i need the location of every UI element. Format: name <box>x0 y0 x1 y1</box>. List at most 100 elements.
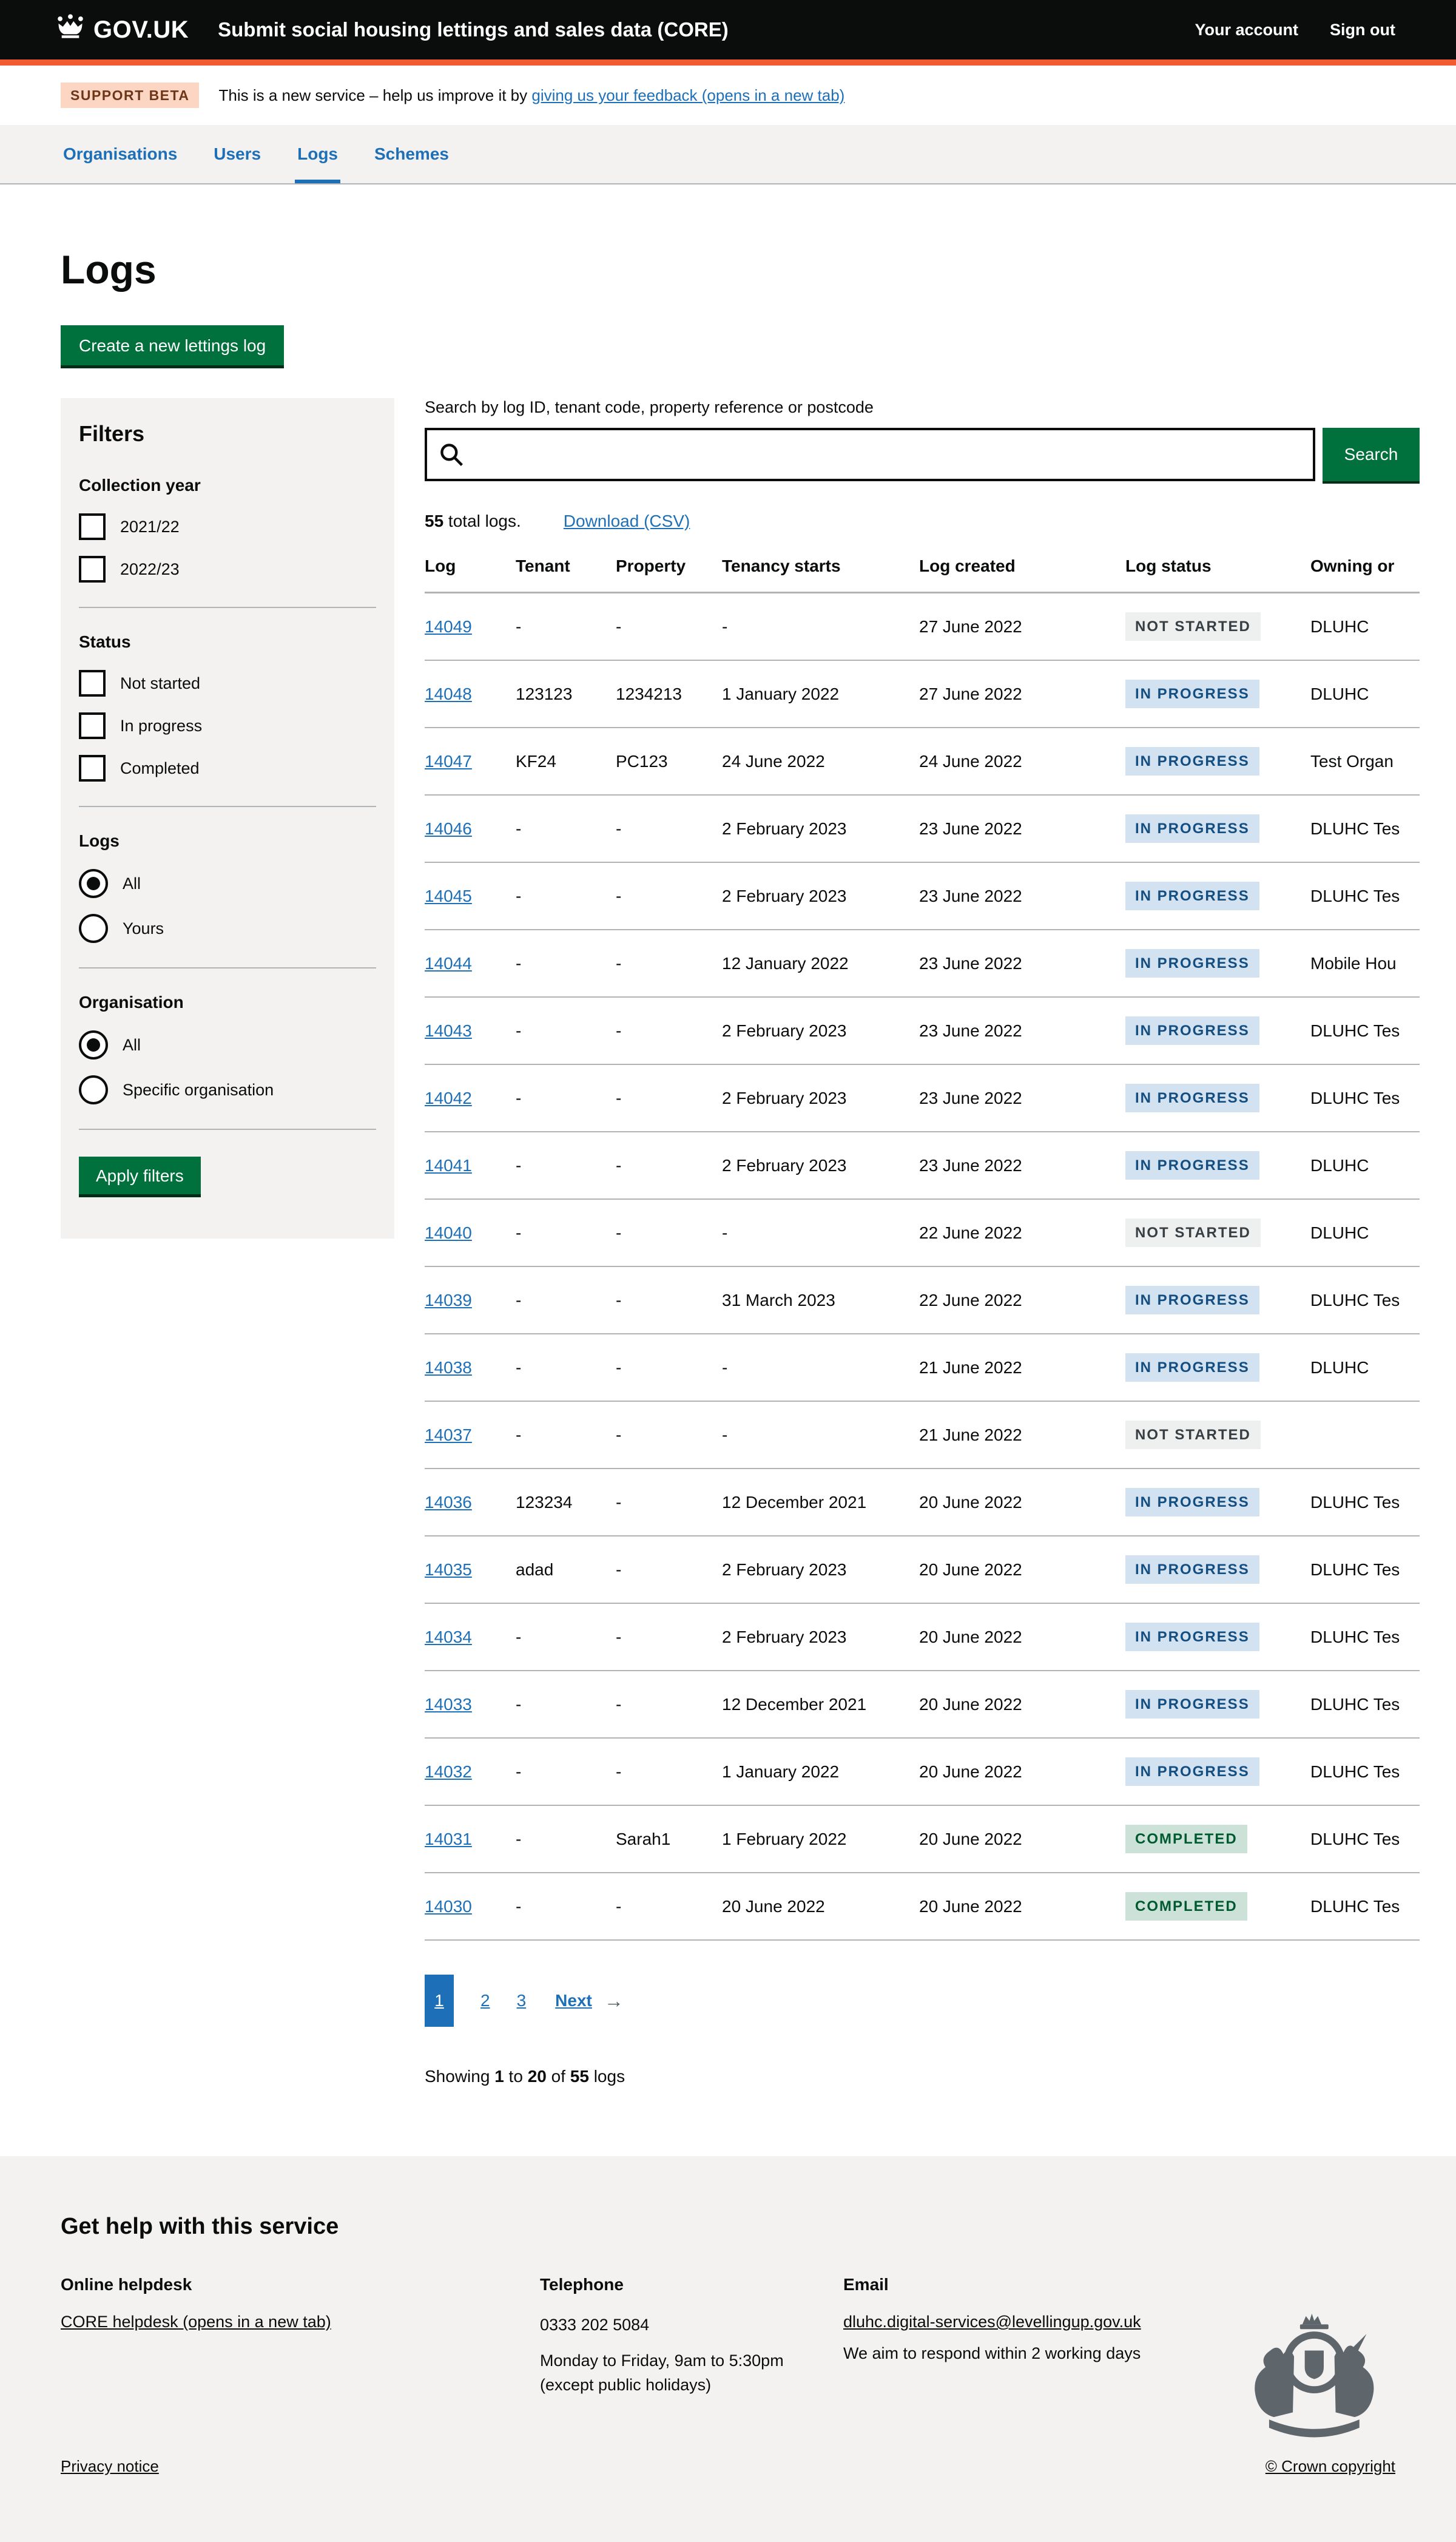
cell-tenant: - <box>516 795 616 862</box>
checkbox-control[interactable] <box>79 712 106 739</box>
log-id-link[interactable]: 14033 <box>425 1695 472 1714</box>
checkbox-option-2021-22[interactable]: 2021/22 <box>79 513 376 540</box>
log-id-link[interactable]: 14035 <box>425 1560 472 1579</box>
log-id-link[interactable]: 14044 <box>425 954 472 973</box>
cell-tenancy-starts: - <box>722 1199 919 1266</box>
log-id-link[interactable]: 14049 <box>425 617 472 636</box>
create-lettings-log-button[interactable]: Create a new lettings log <box>61 325 284 365</box>
pagination-page-2[interactable]: 2 <box>480 1991 490 2010</box>
radio-option-all[interactable]: All <box>79 869 376 898</box>
phase-banner-text: This is a new service – help us improve … <box>218 86 844 105</box>
cell-tenancy-starts: 12 December 2021 <box>722 1469 919 1536</box>
checkbox-control[interactable] <box>79 670 106 697</box>
cell-property: - <box>616 1199 722 1266</box>
cell-tenant: - <box>516 1199 616 1266</box>
sign-out-link[interactable]: Sign out <box>1330 21 1395 39</box>
log-id-link[interactable]: 14043 <box>425 1021 472 1040</box>
radio-option-all[interactable]: All <box>79 1030 376 1060</box>
log-id-link[interactable]: 14032 <box>425 1762 472 1781</box>
service-name-link[interactable]: Submit social housing lettings and sales… <box>218 18 729 41</box>
cell-log-created: 22 June 2022 <box>919 1199 1125 1266</box>
pagination-page-3[interactable]: 3 <box>517 1991 527 2010</box>
crown-copyright-link[interactable]: © Crown copyright <box>1266 2457 1395 2476</box>
radio-control[interactable] <box>79 1030 108 1060</box>
log-id-link[interactable]: 14047 <box>425 752 472 771</box>
cell-property: - <box>616 1671 722 1738</box>
log-id-link[interactable]: 14039 <box>425 1291 472 1310</box>
nav-item-users[interactable]: Users <box>211 125 263 183</box>
filter-divider <box>79 1129 376 1130</box>
nav-item-organisations[interactable]: Organisations <box>61 125 180 183</box>
log-id-link[interactable]: 14030 <box>425 1897 472 1916</box>
checkbox-option-completed[interactable]: Completed <box>79 755 376 782</box>
your-account-link[interactable]: Your account <box>1195 21 1298 39</box>
telephone-number: 0333 202 5084 <box>540 2313 843 2337</box>
email-link[interactable]: dluhc.digital-services@levellingup.gov.u… <box>843 2313 1141 2331</box>
checkbox-option-in-progress[interactable]: In progress <box>79 712 376 739</box>
radio-option-yours[interactable]: Yours <box>79 914 376 943</box>
search-label: Search by log ID, tenant code, property … <box>425 398 874 416</box>
table-row: 14038---21 June 2022IN PROGRESSDLUHC <box>425 1334 1420 1401</box>
table-row: 14040---22 June 2022NOT STARTEDDLUHC <box>425 1199 1420 1266</box>
log-id-link[interactable]: 14045 <box>425 887 472 905</box>
apply-filters-button[interactable]: Apply filters <box>79 1157 201 1194</box>
telephone-hours-line2: (except public holidays) <box>540 2373 843 2398</box>
cell-tenant: - <box>516 1334 616 1401</box>
table-row: 14049---27 June 2022NOT STARTEDDLUHC <box>425 593 1420 661</box>
cell-property: - <box>616 997 722 1064</box>
radio-option-specific-organisation[interactable]: Specific organisation <box>79 1075 376 1104</box>
log-id-link[interactable]: 14031 <box>425 1830 472 1848</box>
footer-heading: Get help with this service <box>61 2214 1395 2240</box>
footer-helpdesk-column: Online helpdesk CORE helpdesk (opens in … <box>61 2275 540 2398</box>
feedback-link[interactable]: giving us your feedback (opens in a new … <box>531 86 844 104</box>
filter-divider <box>79 967 376 968</box>
log-id-link[interactable]: 14038 <box>425 1358 472 1377</box>
radio-control[interactable] <box>79 869 108 898</box>
search-button[interactable]: Search <box>1323 428 1420 481</box>
cell-log-status: IN PROGRESS <box>1125 1603 1310 1671</box>
cell-owning-organisation: DLUHC Tes <box>1310 1873 1420 1940</box>
cell-log: 14043 <box>425 997 516 1064</box>
pagination-next-link[interactable]: Next <box>555 1991 592 2010</box>
cell-tenancy-starts: 12 December 2021 <box>722 1671 919 1738</box>
nav-item-schemes[interactable]: Schemes <box>372 125 451 183</box>
pagination-page-1-current[interactable]: 1 <box>425 1975 454 2027</box>
status-badge: IN PROGRESS <box>1125 1690 1259 1719</box>
status-badge: IN PROGRESS <box>1125 1016 1259 1045</box>
radio-control[interactable] <box>79 914 108 943</box>
download-csv-link[interactable]: Download (CSV) <box>564 512 690 531</box>
cell-log-created: 20 June 2022 <box>919 1671 1125 1738</box>
checkbox-option-2022-23[interactable]: 2022/23 <box>79 556 376 583</box>
log-id-link[interactable]: 14037 <box>425 1425 472 1444</box>
nav-item-logs[interactable]: Logs <box>295 125 340 183</box>
option-label: 2022/23 <box>120 560 180 579</box>
log-id-link[interactable]: 14042 <box>425 1089 472 1107</box>
cell-owning-organisation: DLUHC Tes <box>1310 1536 1420 1603</box>
log-id-link[interactable]: 14036 <box>425 1493 472 1512</box>
results-column: Search by log ID, tenant code, property … <box>425 398 1420 2156</box>
status-badge: COMPLETED <box>1125 1892 1247 1921</box>
log-id-link[interactable]: 14046 <box>425 819 472 838</box>
checkbox-control[interactable] <box>79 513 106 540</box>
cell-property: - <box>616 1536 722 1603</box>
search-input[interactable] <box>425 428 1315 481</box>
cell-property: PC123 <box>616 728 722 795</box>
cell-tenant: - <box>516 1132 616 1199</box>
log-id-link[interactable]: 14040 <box>425 1223 472 1242</box>
govuk-logo[interactable]: GOV.UK <box>55 14 189 46</box>
pagination-next-arrow-icon: → <box>604 1990 624 2012</box>
cell-tenancy-starts: 2 February 2023 <box>722 1064 919 1132</box>
cell-log-created: 20 June 2022 <box>919 1738 1125 1805</box>
cell-log: 14048 <box>425 660 516 728</box>
radio-control[interactable] <box>79 1075 108 1104</box>
helpdesk-link[interactable]: CORE helpdesk (opens in a new tab) <box>61 2313 331 2331</box>
checkbox-control[interactable] <box>79 556 106 583</box>
log-id-link[interactable]: 14048 <box>425 685 472 703</box>
log-id-link[interactable]: 14034 <box>425 1628 472 1646</box>
checkbox-control[interactable] <box>79 755 106 782</box>
log-id-link[interactable]: 14041 <box>425 1156 472 1175</box>
status-badge: COMPLETED <box>1125 1825 1247 1853</box>
privacy-notice-link[interactable]: Privacy notice <box>61 2457 159 2476</box>
cell-tenancy-starts: 2 February 2023 <box>722 1603 919 1671</box>
checkbox-option-not-started[interactable]: Not started <box>79 670 376 697</box>
